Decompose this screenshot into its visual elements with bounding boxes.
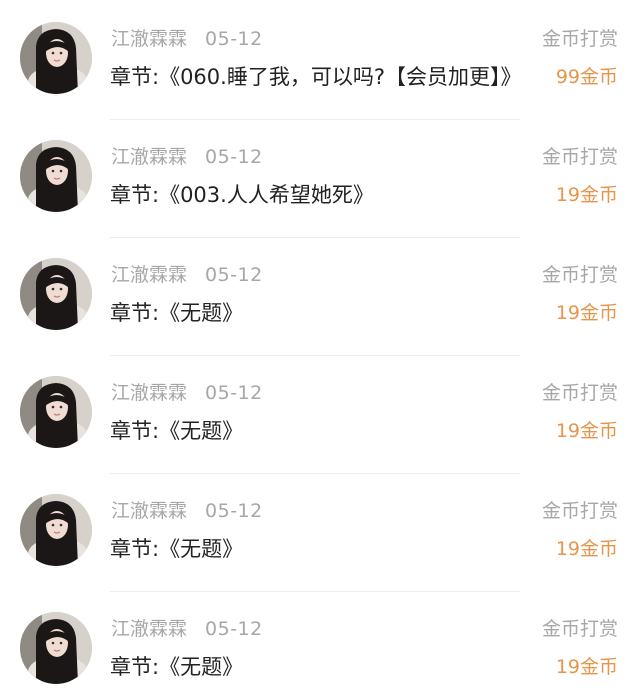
chapter-title[interactable]: 章节:《060.睡了我，可以吗?【会员加更】》 <box>110 60 528 94</box>
reward-type: 金币打赏 <box>541 382 618 404</box>
username[interactable]: 江澈霖霖 <box>111 618 187 640</box>
record-date: 05-12 <box>205 382 263 404</box>
chapter-title[interactable]: 章节:《无题》 <box>110 532 528 566</box>
record-meta: 江澈霖霖 05-12 <box>111 378 263 408</box>
chapter-title[interactable]: 章节:《无题》 <box>110 650 528 684</box>
reward-type: 金币打赏 <box>541 28 618 50</box>
list-item[interactable]: 江澈霖霖 05-12 章节:《060.睡了我，可以吗?【会员加更】》 金币打赏 9… <box>0 0 640 120</box>
record-date: 05-12 <box>205 28 263 50</box>
chapter-title[interactable]: 章节:《无题》 <box>110 296 528 330</box>
record-date: 05-12 <box>205 618 263 640</box>
list-item[interactable]: 江澈霖霖 05-12 章节:《无题》 金币打赏 19金币 <box>0 590 640 698</box>
avatar[interactable] <box>20 494 92 566</box>
username[interactable]: 江澈霖霖 <box>111 28 187 50</box>
reward-amount: 19金币 <box>555 538 618 560</box>
username[interactable]: 江澈霖霖 <box>111 500 187 522</box>
avatar[interactable] <box>20 376 92 448</box>
chapter-title[interactable]: 章节:《003.人人希望她死》 <box>110 178 528 212</box>
reward-amount: 19金币 <box>555 420 618 442</box>
reward-amount: 19金币 <box>555 184 618 206</box>
username[interactable]: 江澈霖霖 <box>111 382 187 404</box>
reward-type: 金币打赏 <box>541 146 618 168</box>
record-meta: 江澈霖霖 05-12 <box>111 614 263 644</box>
record-date: 05-12 <box>205 500 263 522</box>
record-date: 05-12 <box>205 264 263 286</box>
record-meta: 江澈霖霖 05-12 <box>111 496 263 526</box>
record-meta: 江澈霖霖 05-12 <box>111 24 263 54</box>
record-meta: 江澈霖霖 05-12 <box>111 142 263 172</box>
username[interactable]: 江澈霖霖 <box>111 264 187 286</box>
avatar[interactable] <box>20 612 92 684</box>
list-item[interactable]: 江澈霖霖 05-12 章节:《无题》 金币打赏 19金币 <box>0 354 640 474</box>
list-item[interactable]: 江澈霖霖 05-12 章节:《无题》 金币打赏 19金币 <box>0 236 640 356</box>
list-item[interactable]: 江澈霖霖 05-12 章节:《无题》 金币打赏 19金币 <box>0 472 640 592</box>
reward-amount: 99金币 <box>555 66 618 88</box>
record-date: 05-12 <box>205 146 263 168</box>
record-meta: 江澈霖霖 05-12 <box>111 260 263 290</box>
username[interactable]: 江澈霖霖 <box>111 146 187 168</box>
avatar[interactable] <box>20 22 92 94</box>
reward-amount: 19金币 <box>555 302 618 324</box>
chapter-title[interactable]: 章节:《无题》 <box>110 414 528 448</box>
reward-type: 金币打赏 <box>541 500 618 522</box>
reward-record-list: 江澈霖霖 05-12 章节:《060.睡了我，可以吗?【会员加更】》 金币打赏 9… <box>0 0 640 698</box>
avatar[interactable] <box>20 140 92 212</box>
list-item[interactable]: 江澈霖霖 05-12 章节:《003.人人希望她死》 金币打赏 19金币 <box>0 118 640 238</box>
avatar[interactable] <box>20 258 92 330</box>
reward-amount: 19金币 <box>555 656 618 678</box>
reward-type: 金币打赏 <box>541 618 618 640</box>
reward-type: 金币打赏 <box>541 264 618 286</box>
